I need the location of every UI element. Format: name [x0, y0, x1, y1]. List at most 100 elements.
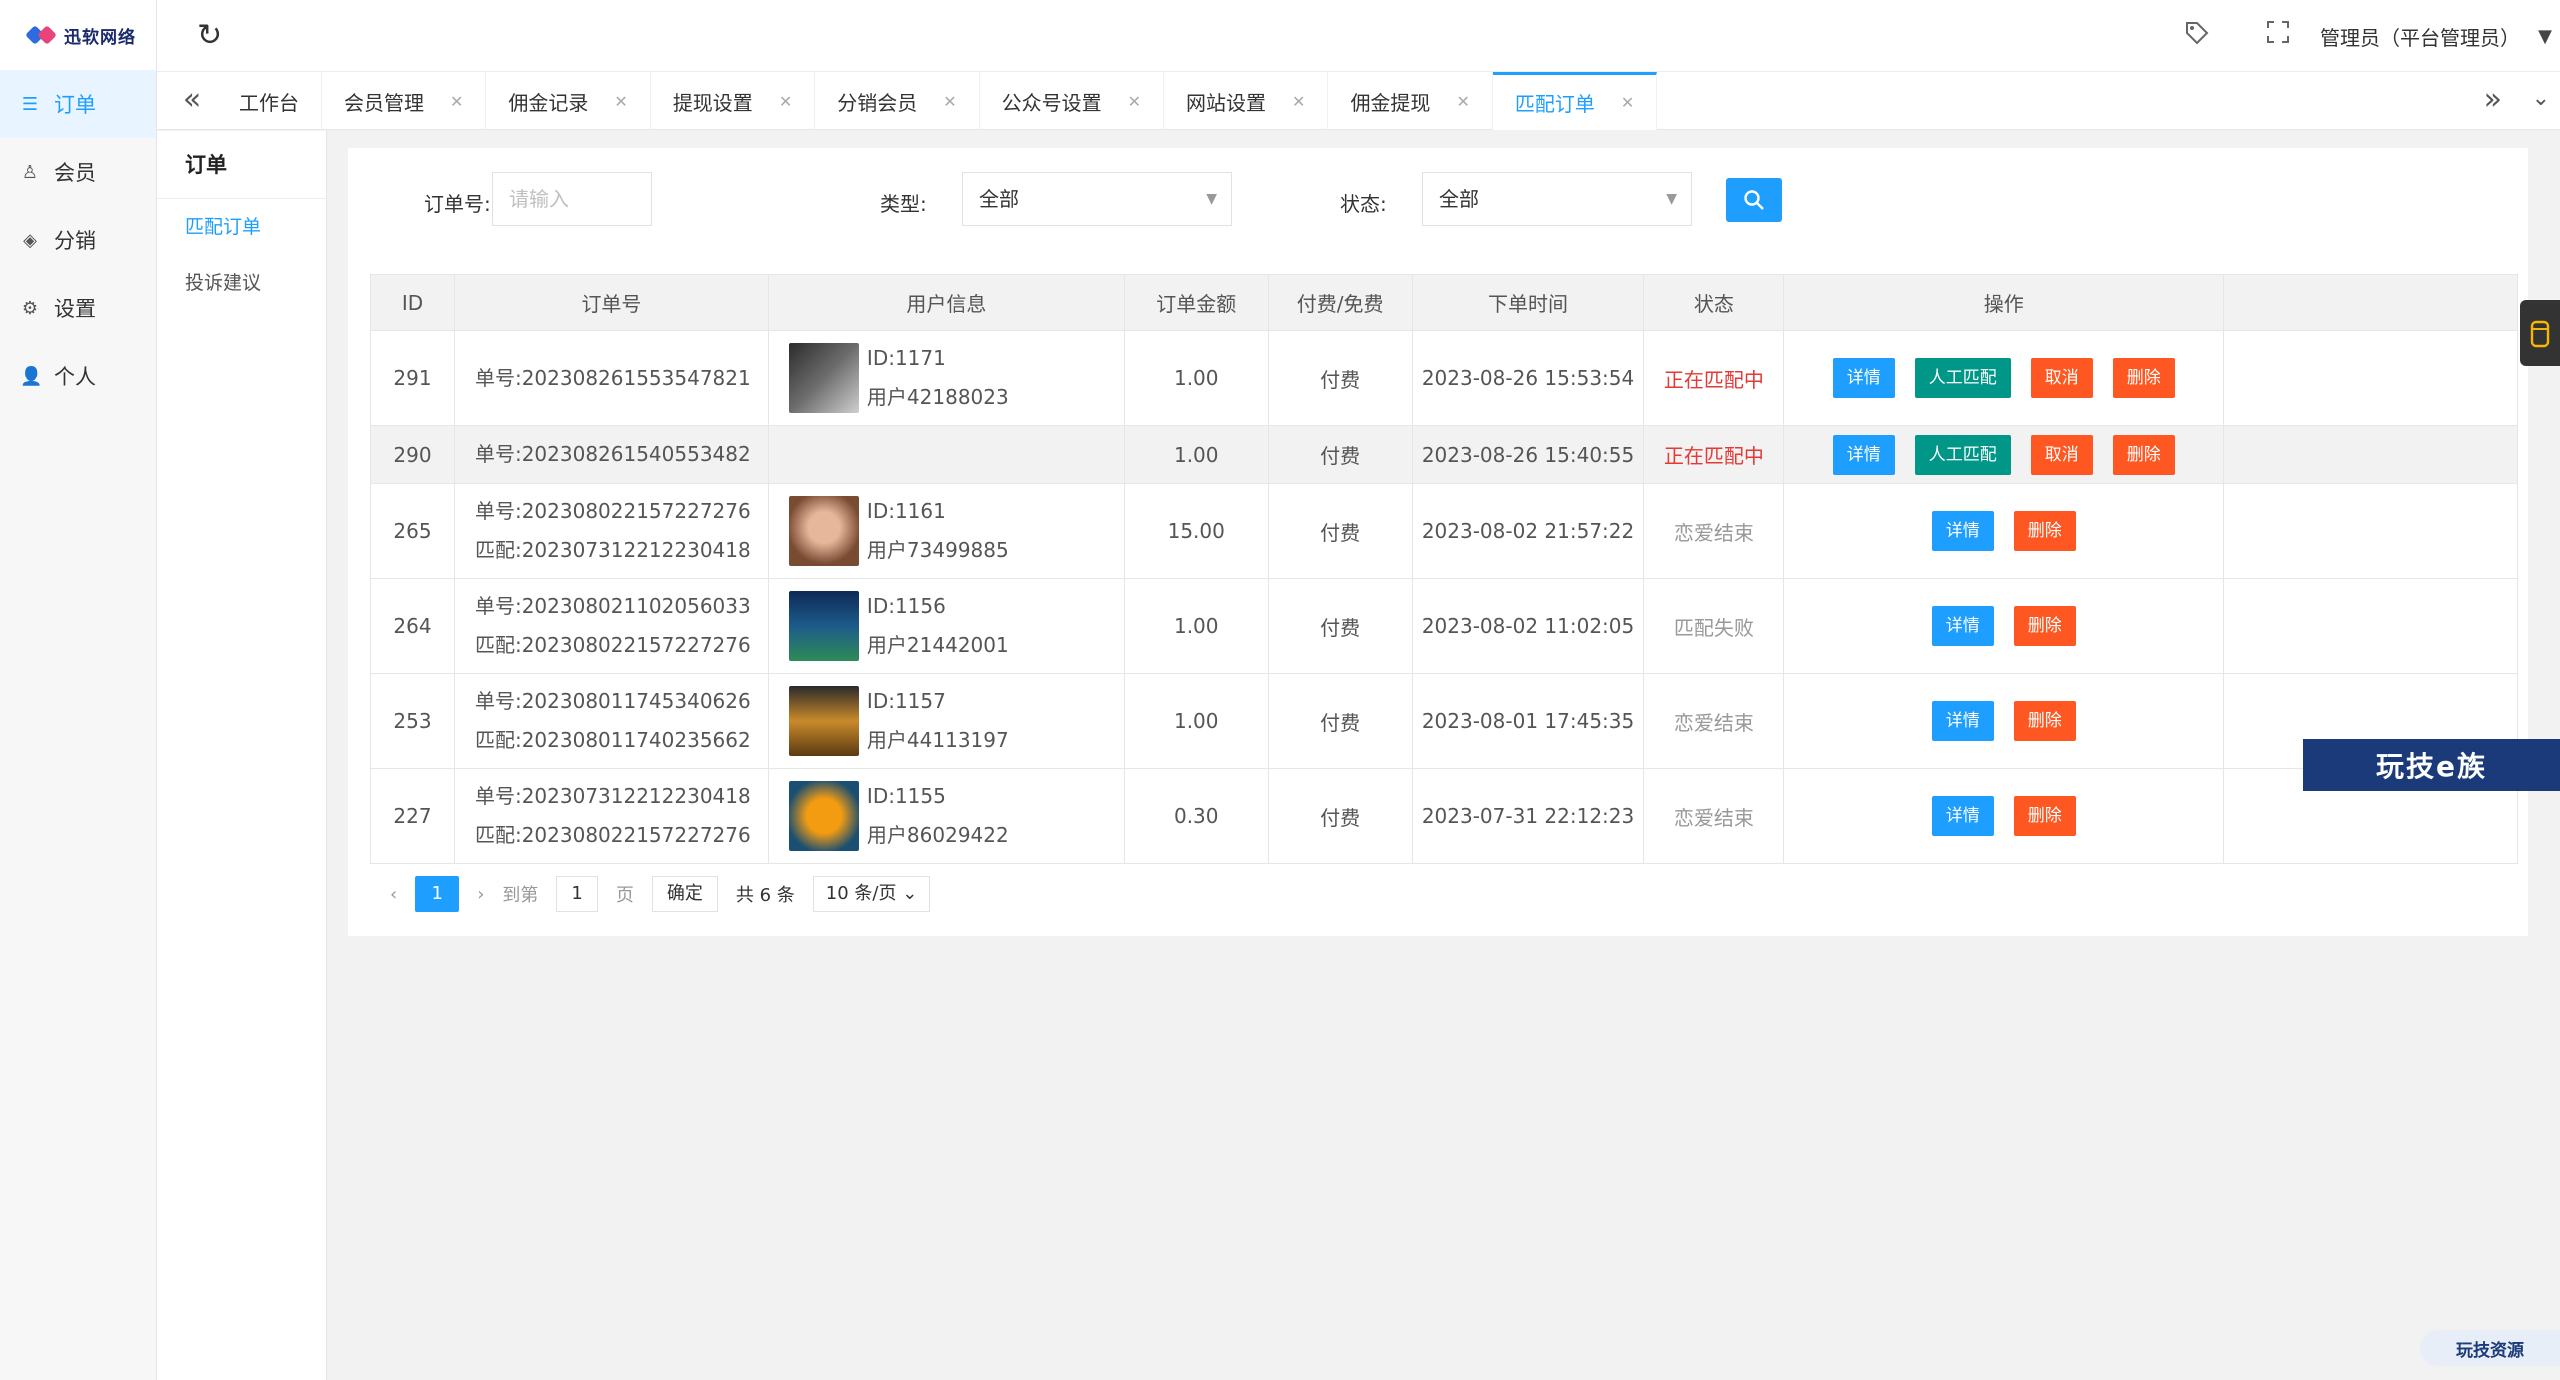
action-button-1[interactable]: 人工匹配 [1914, 358, 2011, 398]
cup-icon[interactable] [2520, 300, 2560, 366]
subnav-title: 订单 [157, 131, 326, 199]
status-select[interactable]: 全部 ▼ [1422, 172, 1692, 226]
order-number: 单号:202308261540553482 [474, 442, 751, 466]
tag-icon[interactable] [2184, 20, 2210, 53]
cell-order-no: 单号:202307312212230418 匹配:2023080221572272… [453, 768, 769, 864]
page-number-current[interactable]: 1 [415, 876, 460, 912]
main-card: 订单号: 请输入 类型: 全部 ▼ 状态: 全部 ▼ ID 订单号 用户信息 订单金额… [348, 148, 2528, 936]
action-button-3[interactable]: 删除 [2112, 358, 2175, 398]
action-button-2[interactable]: 取消 [2030, 358, 2093, 398]
caret-down-icon: ▼ [1666, 191, 1677, 207]
column-header: 下单时间 [1411, 274, 1645, 331]
close-icon[interactable]: ✕ [1621, 93, 1634, 112]
column-header-empty [2223, 274, 2518, 331]
chevron-down-icon[interactable]: ▼ [2538, 26, 2552, 47]
layers-icon: ◈ [23, 229, 37, 251]
close-icon[interactable]: ✕ [779, 92, 792, 111]
action-button-0[interactable]: 详情 [1931, 701, 1994, 741]
column-header: 订单金额 [1123, 274, 1269, 331]
subnav-item[interactable]: 投诉建议 [157, 255, 326, 311]
sidebar-item-label: 设置 [54, 297, 96, 321]
user-name: 用户21442001 [866, 633, 1009, 657]
cell-actions: 详情 删除 [1783, 483, 2225, 579]
tabs-next-icon[interactable]: » [2484, 82, 2502, 117]
tab-6[interactable]: 网站设置 ✕ [1164, 72, 1329, 130]
sidebar-item-3[interactable]: ⚙ 设置 [0, 274, 156, 342]
subnav-item[interactable]: 匹配订单 [157, 199, 326, 255]
goto-page-input[interactable]: 1 [556, 876, 598, 912]
close-icon[interactable]: ✕ [614, 92, 627, 111]
fullscreen-icon[interactable] [2266, 20, 2290, 50]
next-page-icon[interactable]: › [477, 884, 484, 905]
cell-pay-type: 付费 [1267, 673, 1413, 769]
close-icon[interactable]: ✕ [1128, 92, 1141, 111]
action-button-2[interactable]: 取消 [2030, 434, 2093, 475]
sidebar-item-0[interactable]: ☰ 订单 [0, 70, 156, 138]
action-button-1[interactable]: 人工匹配 [1914, 434, 2011, 475]
sub-navigation: 订单 匹配订单 投诉建议 [157, 131, 327, 1380]
order-number: 匹配:202308022157227276 [474, 633, 751, 657]
action-button-1[interactable]: 删除 [2013, 511, 2076, 551]
tabs-menu-icon[interactable]: ⌄ [2532, 86, 2550, 111]
column-header: 操作 [1783, 274, 2225, 331]
close-icon[interactable]: ✕ [450, 92, 463, 111]
tab-label: 佣金记录 [508, 90, 589, 115]
action-button-1[interactable]: 删除 [2013, 796, 2076, 836]
action-button-0[interactable]: 详情 [1931, 606, 1994, 646]
close-icon[interactable]: ✕ [1292, 92, 1305, 111]
close-icon[interactable]: ✕ [1456, 92, 1469, 111]
left-sidebar: 迅软网络 ☰ 订单 ♙ 会员 ◈ 分销 ⚙ 设置 👤 个人 [0, 0, 157, 1380]
cell-amount: 15.00 [1123, 483, 1269, 579]
sidebar-item-4[interactable]: 👤 个人 [0, 342, 156, 410]
action-button-0[interactable]: 详情 [1832, 434, 1895, 475]
cell-id: 253 [370, 673, 455, 769]
user-info: ID:1171 用户42188023 [769, 339, 1124, 417]
table-row: 291 单号:202308261553547821 ID:1171 用户4218802… [370, 330, 2518, 426]
column-header: 付费/免费 [1267, 274, 1413, 331]
page-size-select[interactable]: 10 条/页 ⌄ [812, 876, 931, 912]
type-select[interactable]: 全部 ▼ [962, 172, 1232, 226]
page-suffix-label: 页 [615, 885, 634, 906]
tab-4[interactable]: 分销会员 ✕ [815, 72, 980, 130]
action-button-1[interactable]: 删除 [2013, 606, 2076, 646]
user-info: ID:1157 用户44113197 [769, 682, 1124, 760]
tab-label: 分销会员 [837, 90, 918, 115]
action-button-1[interactable]: 删除 [2013, 701, 2076, 741]
action-button-3[interactable]: 删除 [2112, 434, 2175, 475]
logo[interactable]: 迅软网络 [0, 0, 156, 70]
tab-3[interactable]: 提现设置 ✕ [651, 72, 816, 130]
close-icon[interactable]: ✕ [943, 92, 956, 111]
tab-label: 工作台 [239, 90, 299, 115]
tab-5[interactable]: 公众号设置 ✕ [980, 72, 1165, 130]
goto-label: 到第 [502, 885, 539, 906]
goto-confirm-button[interactable]: 确定 [651, 876, 718, 912]
refresh-icon[interactable]: ↻ [197, 18, 222, 53]
action-button-0[interactable]: 详情 [1931, 796, 1994, 836]
tab-label: 网站设置 [1186, 90, 1267, 115]
tab-8[interactable]: 匹配订单 ✕ [1492, 72, 1658, 130]
cell-actions: 详情 人工匹配 取消 删除 [1783, 425, 2225, 484]
action-button-0[interactable]: 详情 [1832, 358, 1895, 398]
search-button[interactable] [1726, 178, 1782, 222]
sidebar-item-label: 订单 [54, 93, 96, 117]
user-info: ID:1161 用户73499885 [769, 492, 1124, 570]
action-button-0[interactable]: 详情 [1931, 511, 1994, 551]
tab-1[interactable]: 会员管理 ✕ [322, 72, 487, 130]
tabs-prev-icon[interactable]: « [167, 82, 217, 117]
cell-actions: 详情 删除 [1783, 768, 2225, 864]
column-header: 状态 [1643, 274, 1785, 331]
tab-7[interactable]: 佣金提现 ✕ [1328, 72, 1493, 130]
tab-2[interactable]: 佣金记录 ✕ [486, 72, 651, 130]
sidebar-item-label: 个人 [54, 365, 96, 389]
sidebar-item-2[interactable]: ◈ 分销 [0, 206, 156, 274]
prev-page-icon[interactable]: ‹ [390, 884, 397, 905]
cell-user: ID:1156 用户21442001 [767, 578, 1125, 674]
order-no-input[interactable]: 请输入 [492, 172, 652, 226]
cell-id: 291 [370, 330, 455, 426]
sidebar-item-1[interactable]: ♙ 会员 [0, 138, 156, 206]
user-menu[interactable]: 管理员（平台管理员） [2320, 22, 2520, 51]
cell-status: 恋爱结束 [1643, 768, 1785, 864]
action-buttons: 详情 人工匹配 取消 删除 [1784, 434, 2223, 475]
cell-amount: 1.00 [1123, 578, 1269, 674]
tab-0[interactable]: 工作台 [217, 72, 322, 130]
